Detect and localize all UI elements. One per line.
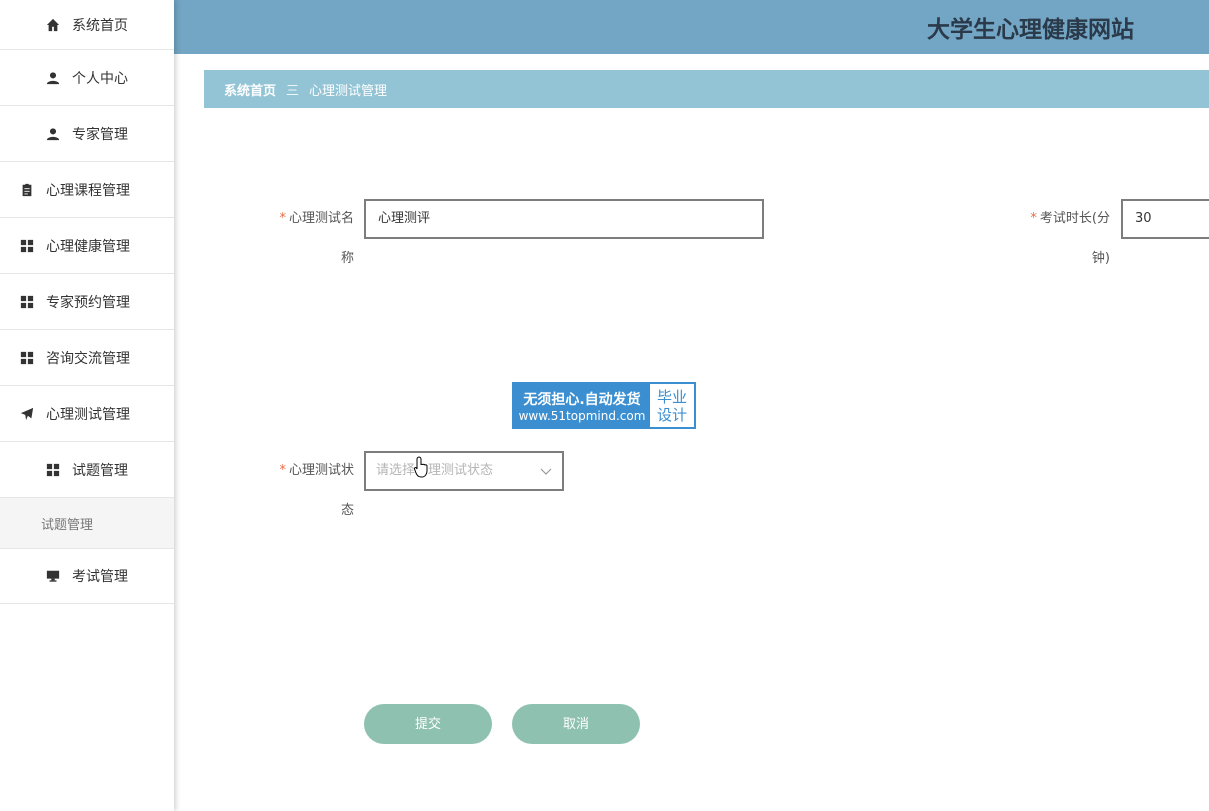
test-name-label-cont: 称 (340, 251, 354, 266)
sidebar-item-label: 系统首页 (72, 17, 128, 34)
test-status-label: * 心理测试状 (279, 463, 354, 478)
grid-icon (20, 351, 34, 365)
exam-duration-label: * 考试时长(分 (1030, 211, 1110, 226)
sidebar-item-test-management[interactable]: 心理测试管理 (0, 386, 174, 442)
test-name-input[interactable]: 心理测评 (364, 199, 764, 239)
sidebar-item-label: 试题管理 (72, 462, 128, 479)
watermark-badge: 无须担心.自动发货 www.51topmind.com 毕业 设计 (512, 382, 696, 429)
monitor-icon (46, 569, 60, 583)
breadcrumb-home[interactable]: 系统首页 (224, 80, 276, 99)
watermark-line1: 无须担心.自动发货 (523, 391, 641, 408)
top-bar: 大学生心理健康网站 (174, 0, 1209, 54)
sidebar-item-label: 个人中心 (72, 70, 128, 87)
breadcrumb-separator: 三 (286, 83, 300, 99)
breadcrumb-current: 心理测试管理 (309, 83, 388, 99)
cancel-button[interactable]: 取消 (512, 704, 640, 744)
home-icon (46, 18, 60, 32)
sidebar-item-label: 专家管理 (72, 126, 128, 143)
grid-icon (20, 295, 34, 309)
test-status-label-cont: 态 (340, 503, 354, 518)
sidebar-item-home[interactable]: 系统首页 (0, 0, 174, 50)
exam-duration-label-cont: 钟) (1091, 251, 1110, 266)
grid-icon (20, 239, 34, 253)
hand-cursor-icon (414, 456, 428, 478)
site-title: 大学生心理健康网站 (927, 17, 1134, 43)
sidebar-item-question-management[interactable]: 试题管理 (0, 442, 174, 498)
breadcrumb: 系统首页 三 心理测试管理 (204, 70, 1209, 108)
grid-icon (46, 463, 60, 477)
exam-duration-input[interactable]: 30 (1121, 199, 1209, 239)
sidebar-item-label: 专家预约管理 (46, 294, 130, 311)
sidebar-item-personal-center[interactable]: 个人中心 (0, 50, 174, 106)
test-status-placeholder: 请选择心理测试状态 (376, 463, 494, 478)
clipboard-icon (20, 183, 34, 197)
watermark-left: 无须担心.自动发货 www.51topmind.com (514, 384, 650, 427)
sidebar: 系统首页 个人中心 专家管理 心理课程管理 心理健康管理 专家预约管理 咨询交流… (0, 0, 174, 811)
watermark-line2: www.51topmind.com (518, 408, 646, 423)
sidebar-item-course-management[interactable]: 心理课程管理 (0, 162, 174, 218)
sidebar-item-label: 考试管理 (72, 569, 128, 585)
sidebar-item-health-management[interactable]: 心理健康管理 (0, 218, 174, 274)
watermark-right2: 设计 (656, 405, 687, 424)
sidebar-item-label: 心理健康管理 (46, 238, 130, 255)
chevron-down-icon (540, 468, 552, 475)
watermark-right1: 毕业 (656, 387, 687, 406)
test-status-select[interactable]: 请选择心理测试状态 (364, 451, 564, 491)
sidebar-item-label: 心理测试管理 (46, 406, 130, 423)
sidebar-subitem-question-management[interactable]: 试题管理 (0, 498, 174, 548)
sidebar-item-exam-management[interactable]: 考试管理 (0, 548, 174, 604)
paper-plane-icon (20, 407, 34, 421)
sidebar-item-label: 咨询交流管理 (46, 350, 130, 367)
sidebar-item-appointment-management[interactable]: 专家预约管理 (0, 274, 174, 330)
sidebar-item-expert-management[interactable]: 专家管理 (0, 106, 174, 162)
test-name-label: * 心理测试名 (279, 211, 354, 226)
submit-button[interactable]: 提交 (364, 704, 492, 744)
sidebar-item-label: 心理课程管理 (46, 182, 130, 199)
sidebar-item-consultation-management[interactable]: 咨询交流管理 (0, 330, 174, 386)
user-icon (46, 127, 60, 141)
watermark-right: 毕业 设计 (650, 384, 694, 427)
user-icon (46, 71, 60, 85)
